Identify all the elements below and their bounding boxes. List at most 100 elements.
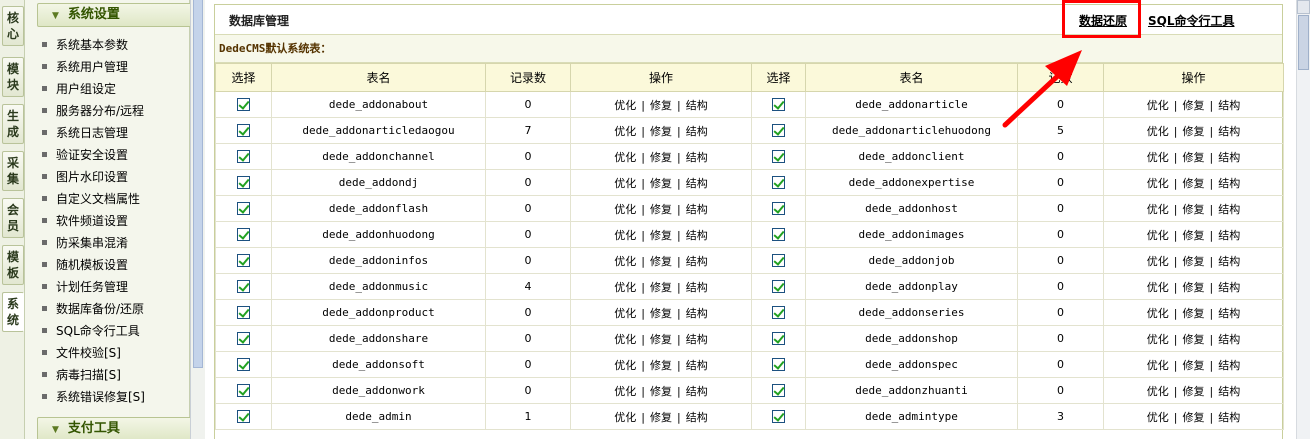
vertical-tab[interactable]: 采集 — [2, 151, 24, 191]
repair-link[interactable]: 修复 — [1183, 359, 1205, 372]
checkbox[interactable] — [772, 358, 785, 372]
repair-link[interactable]: 修复 — [650, 411, 672, 424]
menu-item[interactable]: 系统基本参数 — [42, 34, 192, 56]
optimize-link[interactable]: 优化 — [614, 307, 636, 320]
scrollbar-thumb[interactable] — [193, 0, 203, 368]
menu-item[interactable]: 系统日志管理 — [42, 122, 192, 144]
optimize-link[interactable]: 优化 — [614, 229, 636, 242]
scrollbar-thumb[interactable] — [1298, 15, 1309, 70]
menu-item[interactable]: 验证安全设置 — [42, 144, 192, 166]
sql-tool-link[interactable]: SQL命令行工具 — [1148, 12, 1235, 29]
optimize-link[interactable]: 优化 — [1147, 385, 1169, 398]
repair-link[interactable]: 修复 — [650, 255, 672, 268]
optimize-link[interactable]: 优化 — [614, 333, 636, 346]
structure-link[interactable]: 结构 — [686, 125, 708, 138]
structure-link[interactable]: 结构 — [686, 333, 708, 346]
repair-link[interactable]: 修复 — [1183, 411, 1205, 424]
repair-link[interactable]: 修复 — [1183, 255, 1205, 268]
repair-link[interactable]: 修复 — [1183, 333, 1205, 346]
structure-link[interactable]: 结构 — [686, 177, 708, 190]
checkbox[interactable] — [237, 228, 250, 242]
optimize-link[interactable]: 优化 — [1147, 255, 1169, 268]
checkbox[interactable] — [772, 150, 785, 164]
checkbox[interactable] — [772, 124, 785, 138]
repair-link[interactable]: 修复 — [1183, 151, 1205, 164]
repair-link[interactable]: 修复 — [650, 281, 672, 294]
repair-link[interactable]: 修复 — [1183, 125, 1205, 138]
menu-item[interactable]: 文件校验[S] — [42, 342, 192, 364]
structure-link[interactable]: 结构 — [686, 229, 708, 242]
structure-link[interactable]: 结构 — [686, 359, 708, 372]
menu-item[interactable]: 图片水印设置 — [42, 166, 192, 188]
structure-link[interactable]: 结构 — [1218, 151, 1240, 164]
structure-link[interactable]: 结构 — [1218, 229, 1240, 242]
vertical-tab[interactable]: 模板 — [2, 245, 24, 285]
checkbox[interactable] — [237, 124, 250, 138]
optimize-link[interactable]: 优化 — [1147, 333, 1169, 346]
checkbox[interactable] — [237, 358, 250, 372]
menu-header-system-settings[interactable]: ▼ 系统设置 — [37, 3, 199, 27]
optimize-link[interactable]: 优化 — [1147, 307, 1169, 320]
checkbox[interactable] — [772, 98, 785, 112]
frame-scrollbar[interactable] — [190, 0, 205, 439]
structure-link[interactable]: 结构 — [1218, 359, 1240, 372]
optimize-link[interactable]: 优化 — [614, 99, 636, 112]
menu-item[interactable]: 用户组设定 — [42, 78, 192, 100]
menu-item[interactable]: 防采集串混淆 — [42, 232, 192, 254]
checkbox[interactable] — [772, 280, 785, 294]
menu-item[interactable]: 病毒扫描[S] — [42, 364, 192, 386]
optimize-link[interactable]: 优化 — [1147, 359, 1169, 372]
checkbox[interactable] — [772, 228, 785, 242]
structure-link[interactable]: 结构 — [1218, 385, 1240, 398]
optimize-link[interactable]: 优化 — [1147, 411, 1169, 424]
optimize-link[interactable]: 优化 — [614, 203, 636, 216]
repair-link[interactable]: 修复 — [1183, 307, 1205, 320]
repair-link[interactable]: 修复 — [650, 307, 672, 320]
optimize-link[interactable]: 优化 — [1147, 151, 1169, 164]
checkbox[interactable] — [772, 306, 785, 320]
menu-item[interactable]: 自定义文档属性 — [42, 188, 192, 210]
structure-link[interactable]: 结构 — [1218, 411, 1240, 424]
menu-item[interactable]: SQL命令行工具 — [42, 320, 192, 342]
optimize-link[interactable]: 优化 — [614, 177, 636, 190]
optimize-link[interactable]: 优化 — [614, 385, 636, 398]
checkbox[interactable] — [237, 306, 250, 320]
repair-link[interactable]: 修复 — [650, 125, 672, 138]
checkbox[interactable] — [237, 254, 250, 268]
repair-link[interactable]: 修复 — [650, 151, 672, 164]
menu-item[interactable]: 软件频道设置 — [42, 210, 192, 232]
repair-link[interactable]: 修复 — [650, 333, 672, 346]
optimize-link[interactable]: 优化 — [1147, 177, 1169, 190]
vertical-tab[interactable]: 生成 — [2, 104, 24, 144]
checkbox[interactable] — [772, 332, 785, 346]
structure-link[interactable]: 结构 — [1218, 125, 1240, 138]
vertical-tab[interactable]: 核心 — [2, 6, 24, 46]
structure-link[interactable]: 结构 — [686, 99, 708, 112]
optimize-link[interactable]: 优化 — [614, 151, 636, 164]
checkbox[interactable] — [772, 176, 785, 190]
repair-link[interactable]: 修复 — [650, 203, 672, 216]
menu-item[interactable]: 数据库备份/还原 — [42, 298, 192, 320]
data-restore-link[interactable]: 数据还原 — [1079, 12, 1127, 29]
structure-link[interactable]: 结构 — [1218, 99, 1240, 112]
structure-link[interactable]: 结构 — [686, 281, 708, 294]
checkbox[interactable] — [237, 98, 250, 112]
optimize-link[interactable]: 优化 — [1147, 281, 1169, 294]
checkbox[interactable] — [772, 254, 785, 268]
menu-item[interactable]: 服务器分布/远程 — [42, 100, 192, 122]
repair-link[interactable]: 修复 — [1183, 177, 1205, 190]
optimize-link[interactable]: 优化 — [1147, 99, 1169, 112]
repair-link[interactable]: 修复 — [650, 385, 672, 398]
checkbox[interactable] — [237, 410, 250, 424]
checkbox[interactable] — [237, 176, 250, 190]
optimize-link[interactable]: 优化 — [614, 125, 636, 138]
repair-link[interactable]: 修复 — [1183, 229, 1205, 242]
checkbox[interactable] — [237, 332, 250, 346]
menu-header-payment-tools[interactable]: ▼ 支付工具 — [37, 417, 199, 439]
repair-link[interactable]: 修复 — [650, 229, 672, 242]
structure-link[interactable]: 结构 — [686, 411, 708, 424]
structure-link[interactable]: 结构 — [686, 255, 708, 268]
optimize-link[interactable]: 优化 — [1147, 229, 1169, 242]
checkbox[interactable] — [237, 202, 250, 216]
structure-link[interactable]: 结构 — [686, 307, 708, 320]
